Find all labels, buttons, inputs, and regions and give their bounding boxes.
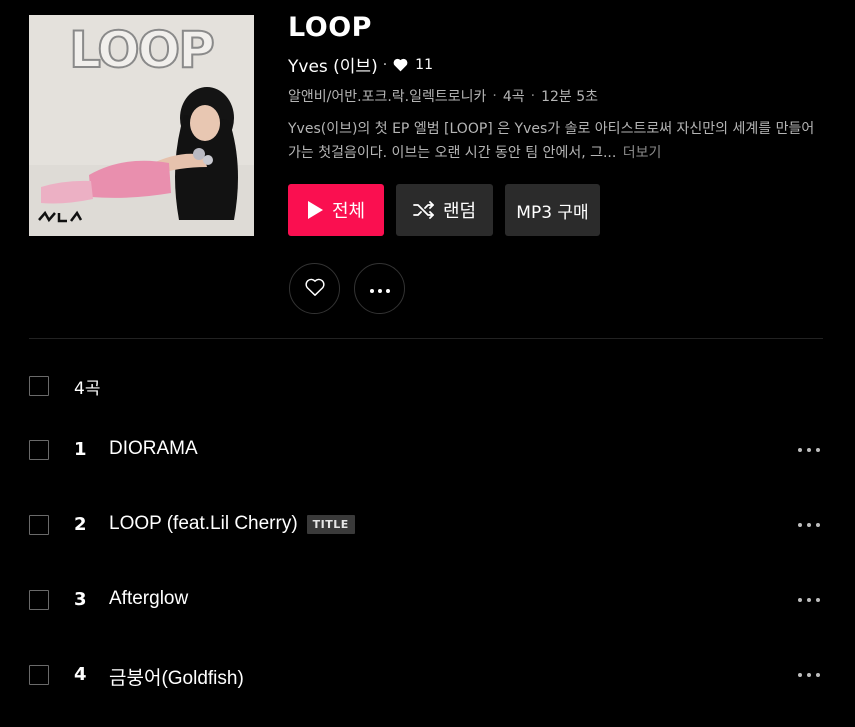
album-meta: 알앤비/어반.포크.락.일렉트로니카 · 4곡 · 12분 5초	[288, 86, 598, 106]
track-title[interactable]: 금붕어(Goldfish)	[109, 663, 244, 690]
track-count-label: 4곡	[74, 379, 101, 399]
heart-outline-icon	[304, 277, 326, 301]
album-cover[interactable]: LOOP	[29, 15, 254, 236]
track-row[interactable]: 2 LOOP (feat.Lil Cherry) TITLE	[0, 505, 855, 545]
duration-text: 12분 5초	[541, 89, 599, 105]
track-title-text: Afterglow	[109, 588, 189, 609]
track-checkbox[interactable]	[29, 590, 49, 610]
track-title[interactable]: DIORAMA	[109, 438, 198, 460]
play-icon	[307, 200, 324, 220]
more-dots-icon	[798, 523, 820, 527]
more-options-button[interactable]	[354, 263, 405, 314]
track-title-text: 금붕어(Goldfish)	[109, 668, 244, 689]
track-title[interactable]: Afterglow	[109, 588, 188, 610]
track-row[interactable]: 4 금붕어(Goldfish)	[0, 655, 855, 695]
more-dots-icon	[798, 448, 820, 452]
mp3-buy-label: MP3 구매	[516, 202, 589, 223]
play-all-label: 전체	[331, 201, 366, 222]
track-row[interactable]: 1 DIORAMA	[0, 430, 855, 470]
shuffle-label: 랜덤	[442, 201, 477, 222]
track-number: 4	[74, 664, 87, 685]
cover-title-text: LOOP	[69, 21, 213, 79]
track-title[interactable]: LOOP (feat.Lil Cherry) TITLE	[109, 513, 355, 535]
artist-link[interactable]: Yves (이브)	[288, 52, 378, 77]
genre-text: 알앤비/어반.포크.락.일렉트로니카	[288, 89, 487, 105]
more-link[interactable]: 더보기	[623, 145, 662, 161]
select-all-checkbox[interactable]	[29, 376, 49, 396]
shuffle-button[interactable]: 랜덤	[396, 184, 493, 236]
track-number: 2	[74, 514, 87, 535]
heart-icon	[392, 57, 409, 72]
album-description: Yves(이브)의 첫 EP 엘범 [LOOP] 은 Yves가 솔로 아티스트…	[288, 117, 818, 165]
track-count-text: 4곡	[502, 89, 525, 105]
description-text: Yves(이브)의 첫 EP 엘범 [LOOP] 은 Yves가 솔로 아티스트…	[288, 121, 815, 161]
track-number: 3	[74, 589, 87, 610]
shuffle-icon	[413, 201, 435, 219]
play-all-button[interactable]: 전체	[288, 184, 384, 236]
more-dots-icon	[369, 279, 391, 298]
track-more-button[interactable]	[795, 442, 823, 458]
track-checkbox[interactable]	[29, 440, 49, 460]
separator-dot: ·	[382, 56, 388, 73]
meta-dot: ·	[530, 88, 536, 104]
like-count: 11	[415, 56, 433, 73]
section-divider	[29, 338, 823, 339]
track-number: 1	[74, 439, 87, 460]
track-more-button[interactable]	[795, 592, 823, 608]
track-checkbox[interactable]	[29, 515, 49, 535]
title-track-badge: TITLE	[306, 514, 355, 534]
track-row[interactable]: 3 Afterglow	[0, 580, 855, 620]
track-more-button[interactable]	[795, 517, 823, 533]
track-title-text: DIORAMA	[109, 438, 198, 459]
more-dots-icon	[798, 598, 820, 602]
track-more-button[interactable]	[795, 667, 823, 683]
track-title-text: LOOP (feat.Lil Cherry)	[109, 513, 298, 534]
album-title: LOOP	[288, 12, 372, 43]
like-button[interactable]	[289, 263, 340, 314]
album-page: LOOP LOOP Yves (이브) · 11 알앤비/어반.포크.락.일렉트…	[0, 0, 855, 727]
mp3-buy-button[interactable]: MP3 구매	[505, 184, 600, 236]
meta-dot: ·	[492, 88, 497, 104]
track-checkbox[interactable]	[29, 665, 49, 685]
artist-row: Yves (이브) · 11	[288, 52, 433, 78]
more-dots-icon	[798, 673, 820, 677]
